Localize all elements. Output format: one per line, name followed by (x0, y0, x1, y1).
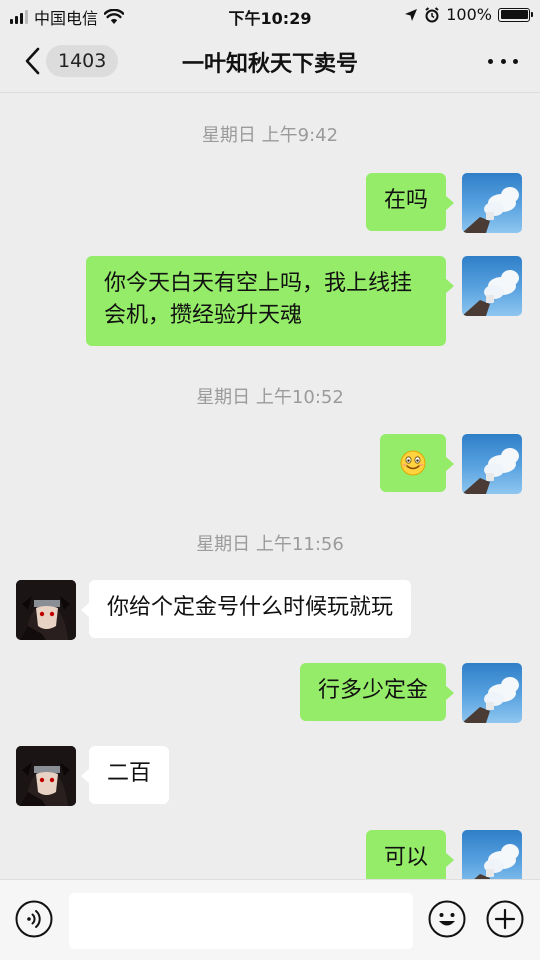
cloud-sky-avatar-icon (462, 448, 519, 494)
voice-icon (15, 900, 53, 938)
anime-character-avatar-icon (16, 580, 76, 640)
message-bubble-other[interactable]: 你给个定金号什么时候玩就玩 (80, 580, 412, 638)
cloud-sky-avatar-icon (462, 187, 519, 233)
emoji-face-icon (428, 900, 466, 938)
location-arrow-icon (405, 8, 418, 21)
chat-screen: 中国电信 下午10:29 100% 1403 一叶知秋天下卖号 星期日 上午9:… (0, 0, 540, 960)
cloud-sky-avatar-icon (462, 677, 519, 723)
my-avatar[interactable] (462, 830, 522, 879)
timestamp: 星期日 上午9:42 (201, 125, 339, 146)
message-bubble-self[interactable]: 你今天白天有空上吗，我上线挂会机，攒经验升天魂 (86, 256, 454, 346)
message-bubble-self[interactable]: 在吗 (365, 173, 455, 231)
message-bubble-self[interactable]: 行多少定金 (299, 663, 455, 721)
emoji-button[interactable] (428, 900, 466, 938)
more-button[interactable] (488, 50, 518, 72)
message-input[interactable] (69, 893, 413, 949)
message-bubble-self-emoji[interactable] (380, 434, 454, 492)
battery-percent: 100% (446, 5, 492, 24)
my-avatar[interactable] (462, 173, 522, 233)
contact-avatar[interactable] (16, 580, 76, 640)
input-bar (0, 879, 540, 960)
alarm-icon (425, 6, 439, 22)
more-functions-button[interactable] (486, 900, 524, 938)
cloud-sky-avatar-icon (474, 844, 519, 879)
smiley-emoji-icon (400, 450, 426, 476)
status-bar: 中国电信 下午10:29 100% (0, 0, 540, 32)
more-dots-icon (488, 58, 493, 64)
nav-bar: 1403 一叶知秋天下卖号 (0, 32, 540, 93)
message-list[interactable]: 星期日 上午9:42 在吗 你今天白天有空上吗，我上线挂会机，攒经验升天魂 星期… (0, 93, 540, 879)
my-avatar[interactable] (462, 663, 522, 723)
voice-button[interactable] (15, 900, 53, 938)
message-bubble-other[interactable]: 二百 (80, 746, 170, 804)
message-bubble-self[interactable]: 可以 (365, 830, 455, 879)
my-avatar[interactable] (462, 256, 522, 316)
my-avatar[interactable] (462, 434, 522, 494)
timestamp: 星期日 上午11:56 (196, 534, 344, 555)
contact-avatar[interactable] (16, 746, 76, 806)
plus-circle-icon (486, 900, 524, 938)
anime-character-avatar-icon (16, 746, 76, 806)
status-right: 100% (404, 5, 533, 24)
battery-icon (498, 7, 533, 22)
cloud-sky-avatar-icon (462, 270, 519, 316)
chat-title: 一叶知秋天下卖号 (181, 52, 358, 77)
timestamp: 星期日 上午10:52 (196, 387, 344, 408)
